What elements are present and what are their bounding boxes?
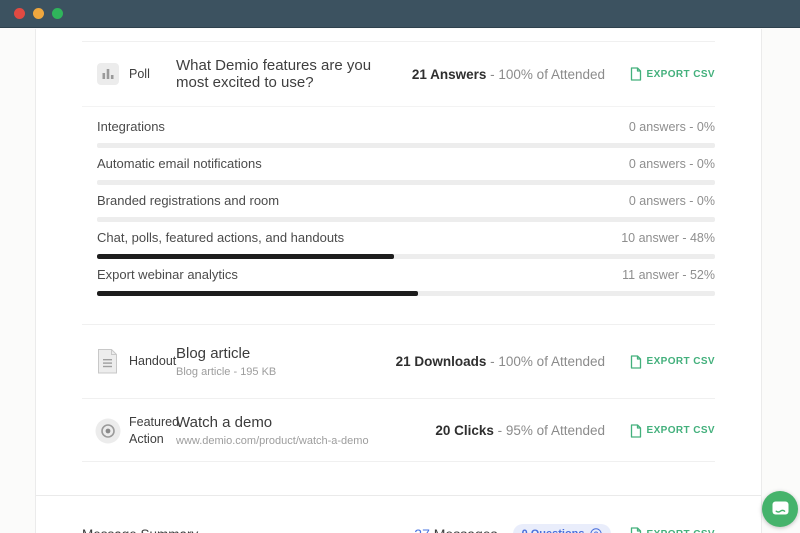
messages-export-csv-button[interactable]: EXPORT CSV (630, 527, 715, 533)
poll-option-stat: 0 answers - 0% (629, 194, 715, 208)
poll-attended-percent: - 100% of Attended (486, 67, 605, 82)
featured-action-stats: 20 Clicks - 95% of Attended (435, 423, 605, 438)
maximize-window-button[interactable] (52, 8, 63, 19)
handout-type-cell: Handout (82, 348, 176, 375)
export-csv-label: EXPORT CSV (647, 425, 715, 436)
poll-option-stat: 11 answer - 52% (622, 268, 715, 282)
export-csv-label: EXPORT CSV (647, 529, 715, 533)
export-csv-label: EXPORT CSV (647, 356, 715, 367)
featured-action-attended-percent: - 95% of Attended (494, 423, 605, 438)
messages-label: Messages (434, 526, 498, 533)
featured-action-title: Watch a demo (176, 414, 425, 431)
messages-count: 27 (414, 526, 430, 533)
poll-option-label: Branded registrations and room (97, 193, 279, 209)
poll-option-row: Integrations 0 answers - 0% (82, 115, 715, 152)
message-summary-section: Message Summary 27 Messages 0 Questions … (36, 496, 761, 533)
poll-option-bar-fill (97, 254, 394, 259)
file-icon (630, 424, 642, 438)
featured-action-clicks-count: 20 Clicks (435, 423, 494, 438)
poll-option-bar-track (97, 180, 715, 185)
poll-stats: 21 Answers - 100% of Attended (412, 67, 605, 82)
handout-stats: 21 Downloads - 100% of Attended (396, 354, 605, 369)
poll-section: Poll What Demio features are you most ex… (82, 41, 715, 325)
featured-action-type-cell: Featured Action (82, 414, 176, 447)
poll-type-cell: Poll (82, 63, 176, 85)
minimize-window-button[interactable] (33, 8, 44, 19)
file-icon (630, 355, 642, 369)
poll-option-label: Chat, polls, featured actions, and hando… (97, 230, 344, 246)
poll-option-bar-track (97, 217, 715, 222)
poll-options: Integrations 0 answers - 0% Automatic em… (82, 107, 715, 325)
featured-action-export-csv-button[interactable]: EXPORT CSV (623, 424, 715, 438)
poll-type-label: Poll (129, 66, 150, 82)
poll-export-csv-button[interactable]: EXPORT CSV (623, 67, 715, 81)
close-window-button[interactable] (14, 8, 25, 19)
poll-option-bar-track (97, 143, 715, 148)
svg-text:?: ? (593, 530, 598, 533)
poll-option-row: Branded registrations and room 0 answers… (82, 189, 715, 226)
target-icon (95, 418, 121, 444)
poll-option-bar-track (97, 254, 715, 259)
question-circle-icon: ? (590, 528, 602, 533)
messages-stat: 27 Messages (414, 526, 497, 533)
export-csv-label: EXPORT CSV (647, 69, 715, 80)
message-summary-title: Message Summary (82, 527, 198, 533)
poll-option-stat: 0 answers - 0% (629, 120, 715, 134)
chat-widget-button[interactable] (762, 491, 798, 527)
file-icon (630, 67, 642, 81)
questions-badge-label: 0 Questions (522, 528, 585, 533)
handout-export-csv-button[interactable]: EXPORT CSV (623, 355, 715, 369)
featured-action-url: www.demio.com/product/watch-a-demo (176, 435, 425, 447)
poll-option-row: Chat, polls, featured actions, and hando… (82, 226, 715, 263)
poll-question: What Demio features are you most excited… (176, 57, 412, 91)
window-titlebar (0, 0, 800, 28)
chat-bubble-icon (772, 501, 789, 517)
handout-downloads-count: 21 Downloads (396, 354, 487, 369)
poll-option-label: Automatic email notifications (97, 156, 262, 172)
poll-option-row: Export webinar analytics 11 answer - 52% (82, 263, 715, 300)
handout-subtitle: Blog article - 195 KB (176, 366, 386, 378)
bar-chart-icon (97, 63, 119, 85)
poll-option-stat: 10 answer - 48% (621, 231, 715, 245)
featured-action-type-label: Featured Action (129, 414, 179, 447)
document-icon (97, 348, 118, 375)
featured-action-section: Featured Action Watch a demo www.demio.c… (82, 399, 715, 462)
analytics-page: Poll What Demio features are you most ex… (35, 29, 762, 533)
handout-attended-percent: - 100% of Attended (486, 354, 605, 369)
poll-header-row: Poll What Demio features are you most ex… (82, 41, 715, 107)
handout-section: Handout Blog article Blog article - 195 … (82, 325, 715, 399)
poll-option-row: Automatic email notifications 0 answers … (82, 152, 715, 189)
poll-option-stat: 0 answers - 0% (629, 157, 715, 171)
poll-option-bar-track (97, 291, 715, 296)
poll-option-label: Export webinar analytics (97, 267, 238, 283)
file-icon (630, 527, 642, 533)
poll-answers-count: 21 Answers (412, 67, 487, 82)
handout-type-label: Handout (129, 353, 176, 369)
questions-badge[interactable]: 0 Questions ? (513, 524, 611, 533)
poll-option-bar-fill (97, 291, 418, 296)
handout-title: Blog article (176, 345, 386, 362)
poll-option-label: Integrations (97, 119, 165, 135)
